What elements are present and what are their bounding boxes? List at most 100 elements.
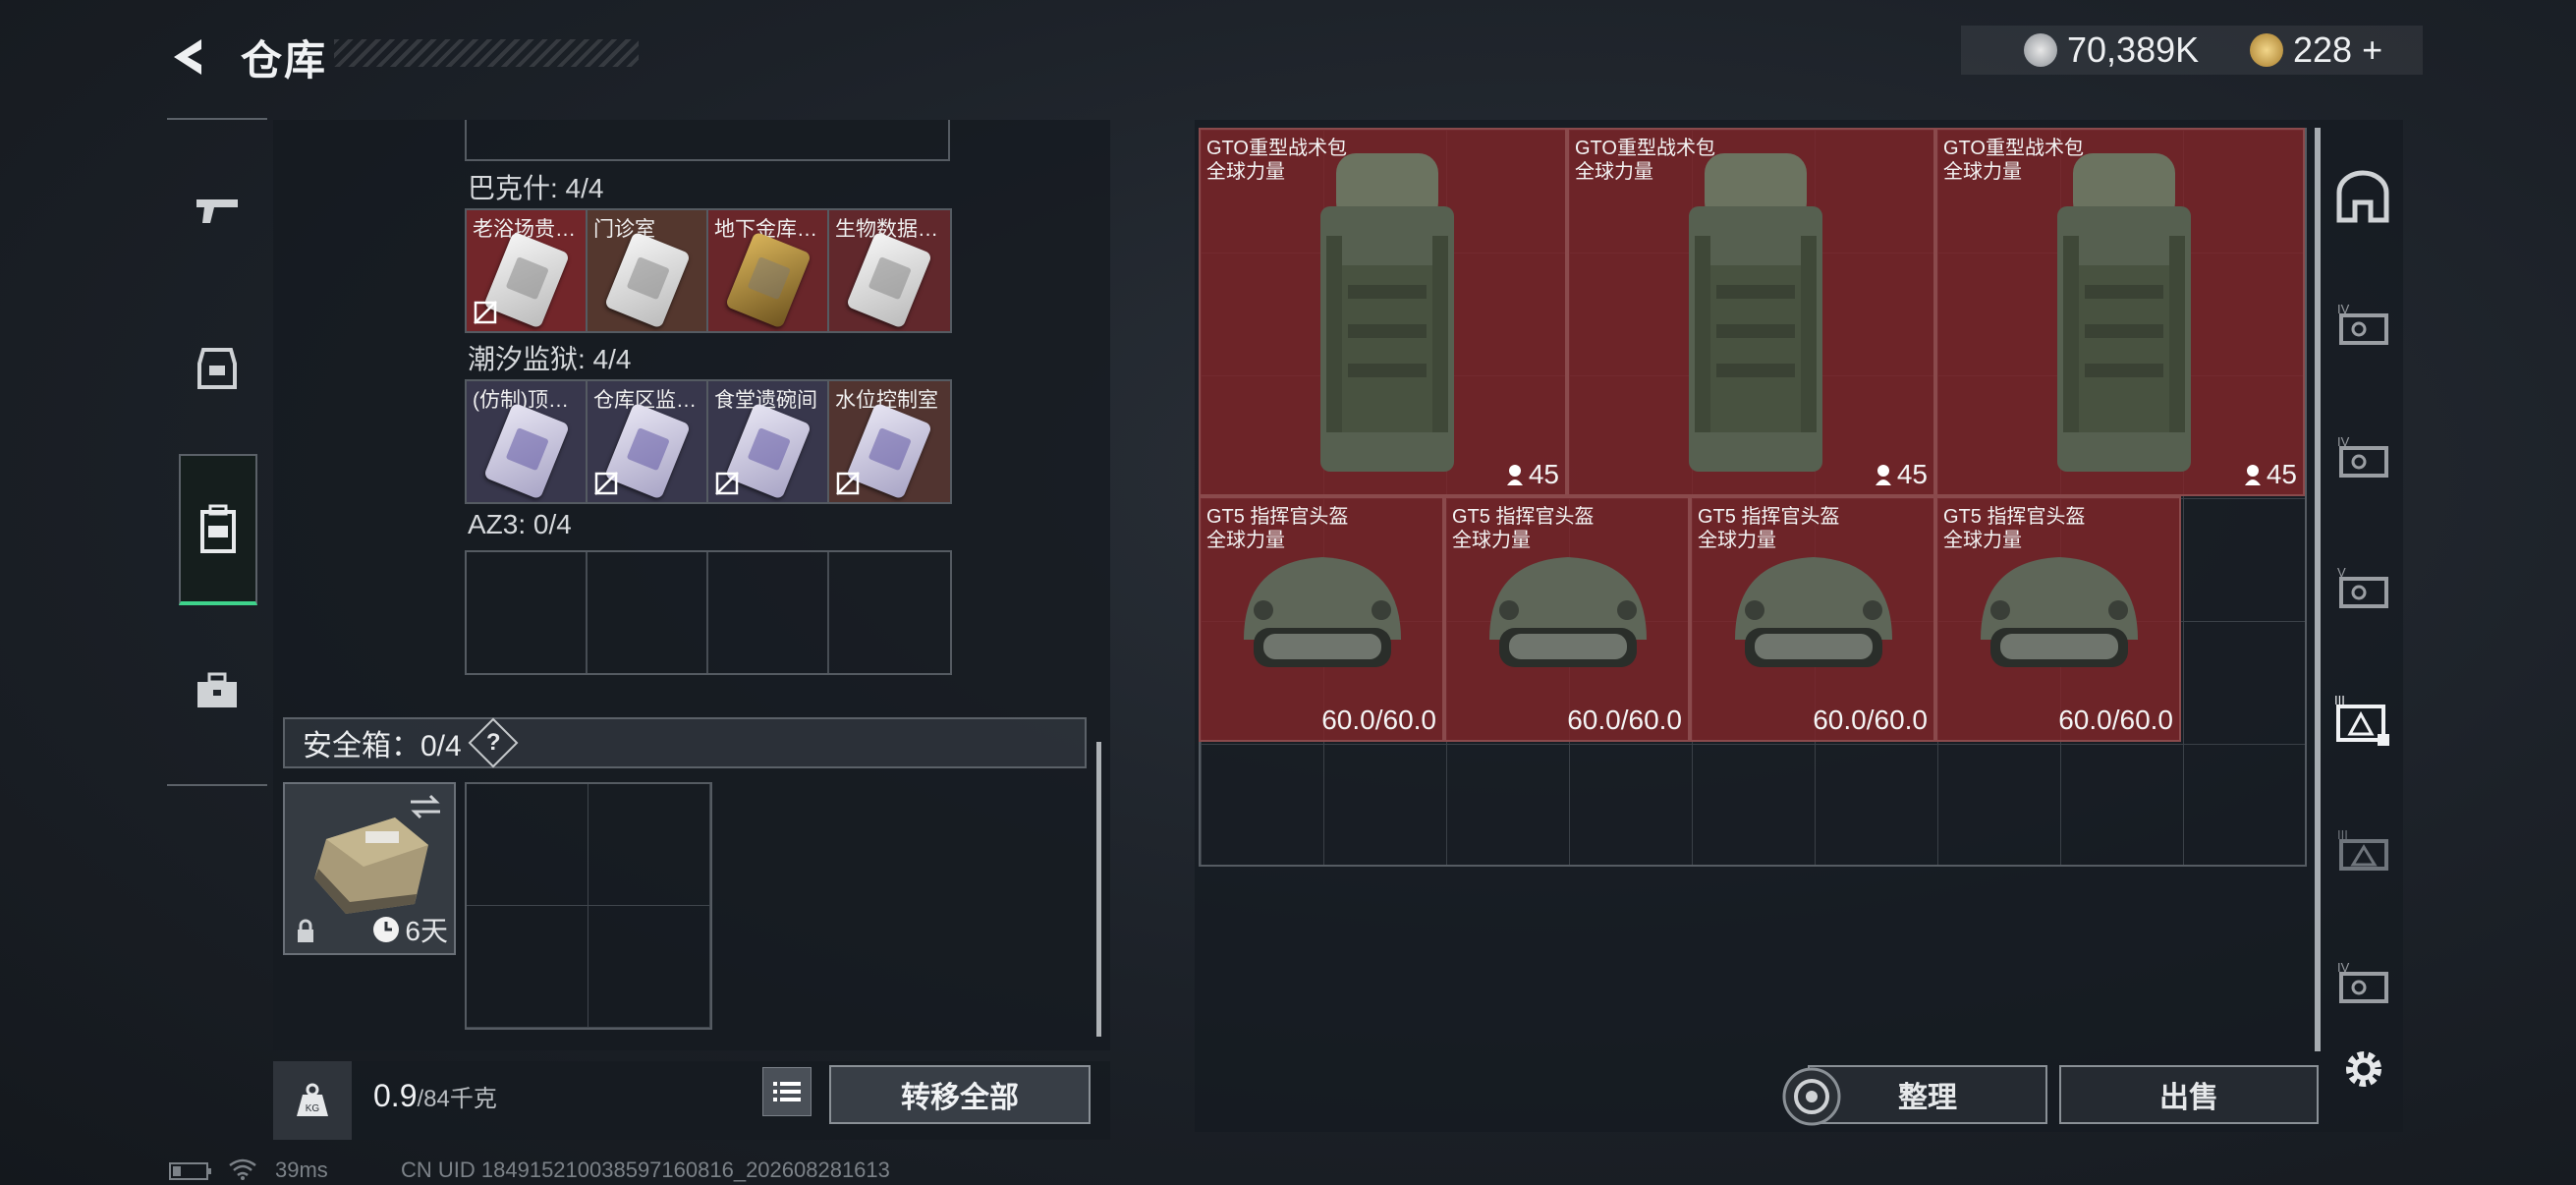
item-count: 45 <box>1874 459 1928 490</box>
backpack-icon <box>200 504 236 553</box>
player-icon <box>1875 465 1891 485</box>
key-card-slot[interactable]: 食堂遗碗间 <box>708 381 829 502</box>
keycard-icon <box>603 231 692 329</box>
page-title: 仓库 <box>241 37 328 84</box>
expiry-timer: 6天 <box>371 910 448 949</box>
transfer-all-button[interactable]: 转移全部 <box>829 1065 1091 1124</box>
clock-icon <box>373 917 400 942</box>
key-grid-tidal-prison: (仿制)顶… 仓库区监… 食堂遗碗间 水位控制室 <box>465 379 952 504</box>
key-card-slot[interactable]: 生物数据… <box>829 210 950 331</box>
case-iii-icon: III <box>2334 693 2389 746</box>
no-trade-icon <box>715 472 739 495</box>
key-section-title: 潮汐监狱: 4/4 <box>468 344 632 374</box>
stash-tab-case-active[interactable]: III <box>2328 685 2397 754</box>
stash-tab-case[interactable]: III <box>2328 816 2397 884</box>
stash-tab-case[interactable]: IV <box>2328 423 2397 491</box>
empty-key-slot[interactable] <box>829 552 950 673</box>
no-trade-icon <box>836 472 860 495</box>
helmet-image <box>1489 557 1647 667</box>
toolbox-icon <box>197 672 237 707</box>
safe-box-item[interactable]: 6天 <box>283 782 456 955</box>
key-card-slot[interactable]: 门诊室 <box>588 210 708 331</box>
backpack-image <box>2057 153 2191 472</box>
safe-box-grid <box>465 782 712 1030</box>
case-iii-icon: III <box>2337 827 2388 871</box>
uid-text: CN UID 184915210038597160816_20260828161… <box>401 1157 890 1182</box>
help-button[interactable]: ? <box>468 717 519 768</box>
backpack-image <box>1320 153 1454 472</box>
key-card-slot[interactable]: 水位控制室 <box>829 381 950 502</box>
nav-toolbox[interactable] <box>167 617 267 764</box>
durability: 60.0/60.0 <box>1321 705 1436 735</box>
key-grid-bakesh: 老浴场贵… 门诊室 地下金库… 生物数据… <box>465 208 952 333</box>
previous-key-row <box>465 120 950 161</box>
sell-button[interactable]: 出售 <box>2059 1065 2319 1124</box>
wifi-icon <box>229 1158 256 1180</box>
case-iv-icon: IV <box>2337 302 2388 345</box>
key-card-slot[interactable]: 老浴场贵… <box>467 210 588 331</box>
list-view-button[interactable] <box>762 1067 812 1116</box>
no-trade-icon <box>594 472 618 495</box>
keycard-icon <box>845 231 933 329</box>
durability: 60.0/60.0 <box>1567 705 1682 735</box>
item-count: 45 <box>1505 459 1559 490</box>
inventory-scrollbar[interactable] <box>1096 742 1101 1037</box>
safe-slot[interactable] <box>588 784 710 906</box>
silver-coin-icon <box>2024 33 2057 67</box>
back-arrow-icon[interactable] <box>162 28 221 86</box>
helmet-image <box>1244 557 1401 667</box>
helmet-image <box>1981 557 2138 667</box>
key-section-title: 巴克什: 4/4 <box>468 173 604 203</box>
key-card-slot[interactable]: 地下金库… <box>708 210 829 331</box>
nav-weapons[interactable] <box>167 138 267 285</box>
item-count: 45 <box>2243 459 2297 490</box>
battery-icon <box>169 1162 211 1180</box>
stash-tab-case[interactable]: IV <box>2328 290 2397 359</box>
nav-armor[interactable] <box>167 295 267 442</box>
keycard-icon <box>482 402 571 500</box>
armor-icon <box>197 348 237 389</box>
add-currency-button[interactable]: + <box>2362 29 2382 71</box>
ping: 39ms <box>275 1157 328 1182</box>
case-v-icon: V <box>2337 565 2388 608</box>
helmet-image <box>1735 557 1892 667</box>
tidy-icon[interactable] <box>1780 1065 1843 1128</box>
keycard-icon <box>724 231 812 329</box>
durability: 60.0/60.0 <box>1813 705 1928 735</box>
stash-item-backpack[interactable]: GTO重型战术包 全球力量 45 <box>1199 128 1567 496</box>
nav-backpack[interactable] <box>179 454 257 605</box>
key-grid-az3 <box>465 550 952 675</box>
stash-tab-case[interactable]: IV <box>2328 948 2397 1017</box>
settings-gear-icon[interactable] <box>2336 1042 2391 1097</box>
lock-icon <box>298 919 313 942</box>
safe-slot[interactable] <box>467 784 588 906</box>
svg-text:KG: KG <box>306 1103 320 1114</box>
stash-item-backpack[interactable]: GTO重型战术包 全球力量 45 <box>1567 128 1935 496</box>
stash-scrollbar[interactable] <box>2315 128 2321 1051</box>
key-card-slot[interactable]: 仓库区监… <box>588 381 708 502</box>
stash-tab-case[interactable]: V <box>2328 553 2397 622</box>
backpack-image <box>1689 153 1822 472</box>
durability: 60.0/60.0 <box>2058 705 2173 735</box>
stash-tab-base[interactable] <box>2328 162 2397 231</box>
gun-icon <box>196 199 238 223</box>
safe-slot[interactable] <box>467 906 588 1028</box>
empty-key-slot[interactable] <box>467 552 588 673</box>
stash-item-helmet[interactable]: GT5 指挥官头盔 全球力量 60.0/60.0 <box>1935 496 2181 742</box>
key-section-title: AZ3: 0/4 <box>468 509 572 539</box>
case-iv-icon: IV <box>2337 960 2388 1003</box>
gold-currency[interactable]: 228 + <box>2250 29 2382 71</box>
safe-slot[interactable] <box>588 906 710 1028</box>
key-card-slot[interactable]: (仿制)顶… <box>467 381 588 502</box>
player-icon <box>1506 465 1523 485</box>
base-icon <box>2336 170 2389 223</box>
swap-icon[interactable] <box>407 792 444 821</box>
stash-item-helmet[interactable]: GT5 指挥官头盔 全球力量 60.0/60.0 <box>1199 496 1444 742</box>
empty-key-slot[interactable] <box>708 552 829 673</box>
stash-item-helmet[interactable]: GT5 指挥官头盔 全球力量 60.0/60.0 <box>1690 496 1935 742</box>
tidy-button[interactable]: 整理 <box>1808 1065 2047 1124</box>
safe-box-header: 安全箱：0/4 ? <box>283 717 1087 768</box>
stash-item-helmet[interactable]: GT5 指挥官头盔 全球力量 60.0/60.0 <box>1444 496 1690 742</box>
empty-key-slot[interactable] <box>588 552 708 673</box>
stash-item-backpack[interactable]: GTO重型战术包 全球力量 45 <box>1935 128 2305 496</box>
